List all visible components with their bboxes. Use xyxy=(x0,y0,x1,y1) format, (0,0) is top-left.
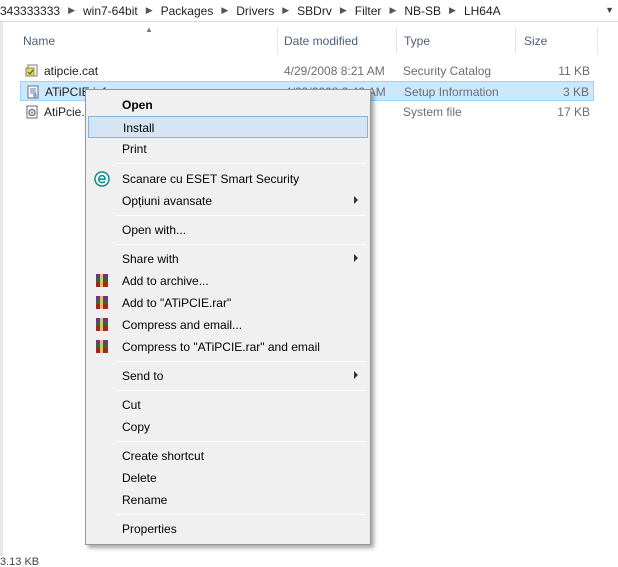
breadcrumb-item[interactable]: Packages xyxy=(159,4,216,18)
chevron-right-icon[interactable]: ▶ xyxy=(276,5,295,16)
column-header-name[interactable]: Name xyxy=(20,28,278,54)
winrar-icon xyxy=(96,296,108,309)
menu-item-add-to-archive[interactable]: Add to archive... xyxy=(88,270,368,292)
menu-separator xyxy=(116,441,366,442)
file-type: Security Catalog xyxy=(403,64,492,78)
menu-item-label: Create shortcut xyxy=(122,449,205,463)
winrar-icon xyxy=(96,274,108,287)
menu-item-label: Install xyxy=(123,121,155,135)
menu-item-label: Add to "ATiPCIE.rar" xyxy=(122,296,232,310)
menu-item-label: Copy xyxy=(122,420,151,434)
menu-item-properties[interactable]: Properties xyxy=(88,518,368,540)
setup-information-icon xyxy=(27,85,39,99)
menu-item-label: Open with... xyxy=(122,223,187,237)
menu-item-open-with[interactable]: Open with... xyxy=(88,219,368,241)
menu-item-rename[interactable]: Rename xyxy=(88,489,368,511)
chevron-right-icon[interactable]: ▶ xyxy=(443,5,462,16)
winrar-icon xyxy=(96,340,108,353)
file-size: 11 KB xyxy=(558,64,590,78)
breadcrumb-item[interactable]: Drivers xyxy=(234,4,276,18)
column-header-label: Type xyxy=(404,34,431,48)
file-size: 17 KB xyxy=(557,105,590,119)
menu-item-delete[interactable]: Delete xyxy=(88,467,368,489)
menu-item-label: Add to archive... xyxy=(122,274,209,288)
menu-item-compress-to-rar-and-email[interactable]: Compress to "ATiPCIE.rar" and email xyxy=(88,336,368,358)
menu-item-label: Compress to "ATiPCIE.rar" and email xyxy=(122,340,320,354)
menu-item-send-to[interactable]: Send to xyxy=(88,365,368,387)
menu-separator xyxy=(116,361,366,362)
submenu-arrow-icon xyxy=(354,196,358,204)
status-bar-text: 3.13 KB xyxy=(0,556,40,567)
menu-separator xyxy=(116,163,366,164)
file-size: 3 KB xyxy=(562,85,589,99)
chevron-right-icon[interactable]: ▶ xyxy=(383,5,402,16)
menu-item-compress-and-email[interactable]: Compress and email... xyxy=(88,314,368,336)
address-breadcrumb[interactable]: 343333333 ▶ win7-64bit ▶ Packages ▶ Driv… xyxy=(0,0,618,22)
menu-item-create-shortcut[interactable]: Create shortcut xyxy=(88,445,368,467)
security-catalog-icon xyxy=(25,64,38,77)
column-header-type[interactable]: Type xyxy=(397,28,516,54)
menu-item-label: Rename xyxy=(122,493,168,507)
breadcrumb-item[interactable]: Filter xyxy=(353,4,384,18)
file-name: atipcie.cat xyxy=(44,64,99,78)
menu-item-cut[interactable]: Cut xyxy=(88,394,368,416)
chevron-right-icon[interactable]: ▶ xyxy=(334,5,353,16)
menu-item-copy[interactable]: Copy xyxy=(88,416,368,438)
file-type: System file xyxy=(403,105,462,119)
menu-item-advanced-options[interactable]: Opțiuni avansate xyxy=(88,190,368,212)
breadcrumb-item[interactable]: LH64A xyxy=(462,4,503,18)
chevron-right-icon[interactable]: ▶ xyxy=(62,5,81,16)
menu-item-label: Delete xyxy=(122,471,157,485)
file-row[interactable]: atipcie.cat 4/29/2008 8:21 AM Security C… xyxy=(20,61,594,81)
context-menu: Open Install Print Scanare cu ESET Smart… xyxy=(85,89,371,545)
menu-separator xyxy=(116,244,366,245)
column-header-label: Name xyxy=(23,34,56,48)
menu-separator xyxy=(116,390,366,391)
file-date: 4/29/2008 8:21 AM xyxy=(284,64,385,78)
column-header-date[interactable]: Date modified xyxy=(278,28,397,54)
menu-item-label: Send to xyxy=(122,369,164,383)
menu-item-label: Scanare cu ESET Smart Security xyxy=(122,172,300,186)
breadcrumb-item[interactable]: win7-64bit xyxy=(81,4,140,18)
menu-item-label: Opțiuni avansate xyxy=(122,194,213,208)
breadcrumb-item[interactable]: SBDrv xyxy=(295,4,334,18)
navigation-pane-edge xyxy=(0,22,3,556)
menu-item-install[interactable]: Install xyxy=(88,116,368,138)
menu-item-label: Compress and email... xyxy=(122,318,243,332)
winrar-icon xyxy=(96,318,108,331)
menu-item-label: Cut xyxy=(122,398,141,412)
eset-icon xyxy=(94,171,110,187)
column-header-label: Size xyxy=(524,34,548,48)
menu-item-label: Print xyxy=(122,142,147,156)
file-type: Setup Information xyxy=(404,85,499,99)
menu-item-print[interactable]: Print xyxy=(88,138,368,160)
breadcrumb-item[interactable]: NB-SB xyxy=(402,4,443,18)
system-file-icon xyxy=(26,105,38,119)
submenu-arrow-icon xyxy=(354,371,358,379)
chevron-right-icon[interactable]: ▶ xyxy=(215,5,234,16)
menu-separator xyxy=(116,514,366,515)
column-header-label: Date modified xyxy=(284,34,359,48)
column-header-size[interactable]: Size xyxy=(516,28,598,54)
chevron-down-icon[interactable]: ▼ xyxy=(605,5,614,15)
submenu-arrow-icon xyxy=(354,254,358,262)
menu-item-label: Open xyxy=(122,98,153,112)
menu-item-add-to-rar[interactable]: Add to "ATiPCIE.rar" xyxy=(88,292,368,314)
menu-item-open[interactable]: Open xyxy=(88,94,368,116)
menu-item-share-with[interactable]: Share with xyxy=(88,248,368,270)
menu-separator xyxy=(116,215,366,216)
chevron-right-icon[interactable]: ▶ xyxy=(140,5,159,16)
menu-item-label: Share with xyxy=(122,252,179,266)
breadcrumb-item[interactable]: 343333333 xyxy=(0,4,62,18)
menu-item-eset-scan[interactable]: Scanare cu ESET Smart Security xyxy=(88,168,368,190)
menu-item-label: Properties xyxy=(122,522,177,536)
